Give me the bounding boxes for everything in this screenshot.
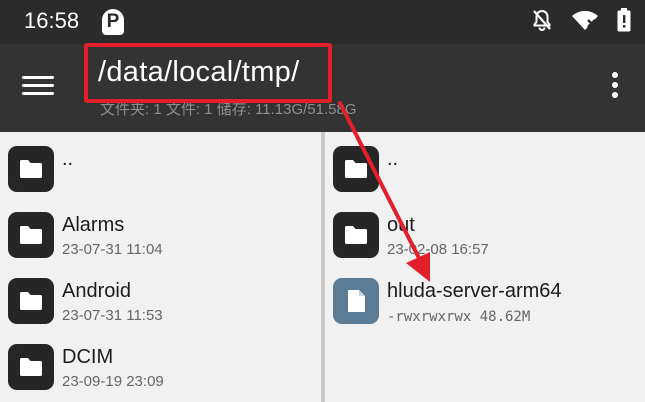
wifi-x-icon [571,9,599,31]
file-name: Android [62,280,131,302]
folder-icon [8,278,54,324]
folder-icon [8,344,54,390]
file-date: 23-07-31 11:04 [62,241,163,258]
file-name: .. [387,148,399,170]
status-time: 16:58 [24,8,80,33]
list-item-parent-dir[interactable]: .. [325,142,645,208]
file-name: hluda-server-arm64 [387,280,562,302]
file-name: DCIM [62,346,114,368]
left-file-pane: .. Alarms 23-07-31 11:04 Android 23-07-3… [0,132,321,402]
file-date: 23-02-08 16:57 [387,241,489,258]
list-item[interactable]: out 23-02-08 16:57 [325,208,645,274]
list-item-parent-dir[interactable]: .. [0,142,321,208]
status-bar: 16:58 P [0,0,645,44]
folder-icon [333,212,379,258]
annotation-highlight-box [84,43,332,103]
file-icon [333,278,379,324]
list-item[interactable]: hluda-server-arm64 -rwxrwxrwx 48.62M [325,274,645,340]
file-name: out [387,214,415,236]
folder-icon [8,146,54,192]
bell-off-icon [531,8,553,32]
more-vert-icon[interactable] [611,72,619,102]
status-icons [531,8,631,32]
file-date: 23-09-19 23:09 [62,373,164,390]
battery-alert-icon [617,8,631,32]
app-notification-icon: P [102,9,124,35]
file-name: Alarms [62,214,125,236]
folder-icon [333,146,379,192]
list-item[interactable]: Android 23-07-31 11:53 [0,274,321,340]
hamburger-menu-icon[interactable] [22,71,62,107]
folder-icon [8,212,54,258]
list-item[interactable]: Alarms 23-07-31 11:04 [0,208,321,274]
file-permissions-size: -rwxrwxrwx 48.62M [387,309,531,325]
right-file-pane: .. out 23-02-08 16:57 hluda-server-arm64… [325,132,645,402]
file-date: 23-07-31 11:53 [62,307,163,324]
list-item[interactable]: DCIM 23-09-19 23:09 [0,340,321,402]
file-name: .. [62,148,74,170]
